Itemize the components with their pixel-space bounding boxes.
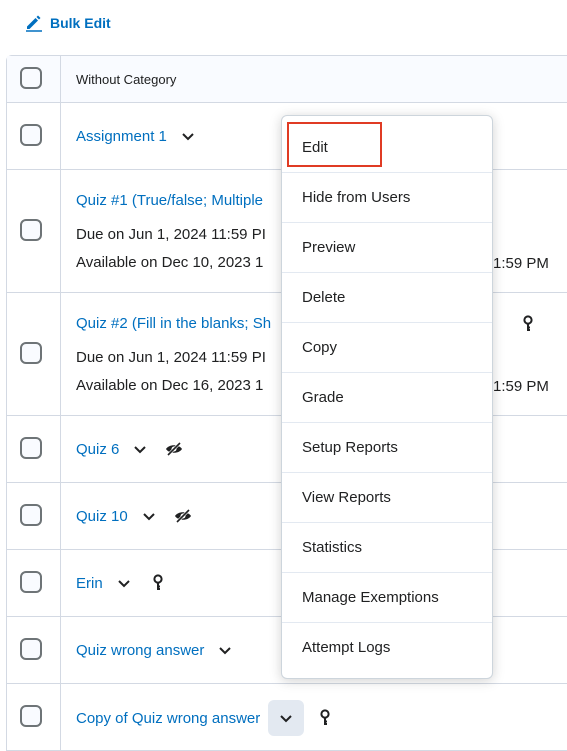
available-date: Available on Dec 10, 2023 1 (76, 254, 264, 271)
bulk-edit-label: Bulk Edit (50, 15, 111, 31)
menu-item-setup-reports[interactable]: Setup Reports (282, 422, 492, 472)
item-title-link[interactable]: Erin (76, 575, 103, 592)
item-title-link[interactable]: Assignment 1 (76, 128, 167, 145)
item-title-link[interactable]: Quiz wrong answer (76, 642, 204, 659)
restriction-key-icon (147, 572, 169, 594)
menu-item-manage-exemptions[interactable]: Manage Exemptions (282, 572, 492, 622)
bulk-edit-button[interactable]: Bulk Edit (24, 12, 111, 34)
menu-item-attempt-logs[interactable]: Attempt Logs (282, 622, 492, 672)
row-checkbox[interactable] (20, 219, 42, 241)
menu-item-copy[interactable]: Copy (282, 322, 492, 372)
menu-item-hide-from-users[interactable]: Hide from Users (282, 172, 492, 222)
due-date: Due on Jun 1, 2024 11:59 PI (76, 349, 266, 366)
row-checkbox[interactable] (20, 437, 42, 459)
hidden-eye-icon (172, 505, 194, 527)
menu-item-grade[interactable]: Grade (282, 372, 492, 422)
chevron-down-icon[interactable] (212, 637, 238, 663)
available-date-tail: 1:59 PM (493, 255, 549, 272)
available-date: Available on Dec 16, 2023 1 (76, 377, 264, 394)
table-header: Without Category (7, 56, 567, 102)
menu-item-view-reports[interactable]: View Reports (282, 472, 492, 522)
available-date-tail: 1:59 PM (493, 378, 549, 395)
menu-item-statistics[interactable]: Statistics (282, 522, 492, 572)
item-title-link[interactable]: Copy of Quiz wrong answer (76, 710, 260, 727)
row-checkbox[interactable] (20, 504, 42, 526)
category-header: Without Category (76, 72, 177, 87)
chevron-down-icon[interactable] (127, 436, 153, 462)
table-row: Copy of Quiz wrong answer (7, 683, 567, 750)
chevron-down-icon[interactable] (136, 503, 162, 529)
item-title-link[interactable]: Quiz 6 (76, 441, 119, 458)
item-title-link[interactable]: Quiz 10 (76, 508, 128, 525)
chevron-down-icon[interactable] (268, 700, 305, 736)
select-all-checkbox[interactable] (20, 67, 42, 89)
row-checkbox[interactable] (20, 124, 42, 146)
due-date: Due on Jun 1, 2024 11:59 PI (76, 226, 266, 243)
item-title-link[interactable]: Quiz #1 (True/false; Multiple (76, 192, 263, 209)
row-checkbox[interactable] (20, 638, 42, 660)
menu-item-preview[interactable]: Preview (282, 222, 492, 272)
chevron-down-icon[interactable] (175, 123, 201, 149)
chevron-down-icon[interactable] (111, 570, 137, 596)
row-checkbox[interactable] (20, 571, 42, 593)
restriction-key-icon (517, 313, 539, 335)
menu-item-delete[interactable]: Delete (282, 272, 492, 322)
restriction-key-icon (314, 707, 336, 729)
context-menu: Edit Hide from Users Preview Delete Copy… (281, 115, 493, 679)
hidden-eye-icon (163, 438, 185, 460)
menu-item-edit[interactable]: Edit (282, 122, 492, 172)
row-checkbox[interactable] (20, 705, 42, 727)
row-checkbox[interactable] (20, 342, 42, 364)
pencil-icon (24, 12, 44, 35)
item-title-link[interactable]: Quiz #2 (Fill in the blanks; Sh (76, 315, 271, 332)
